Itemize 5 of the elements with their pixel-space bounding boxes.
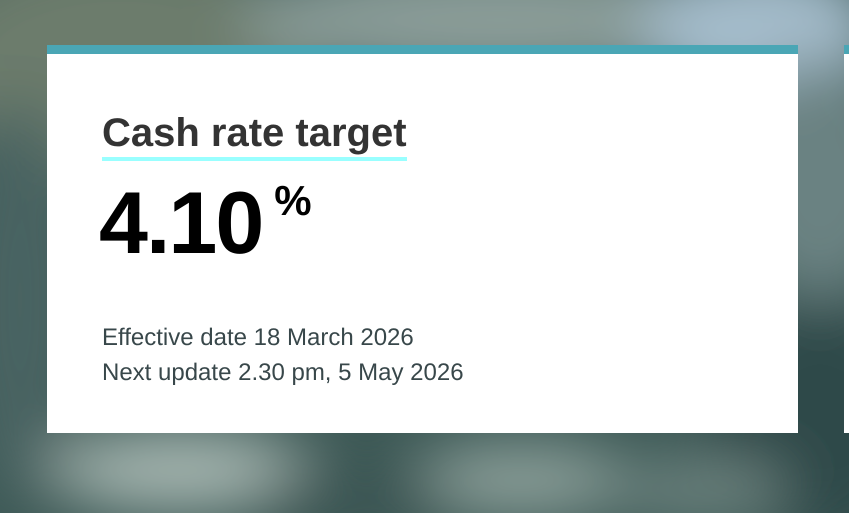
rate-value: 4.10	[99, 178, 262, 268]
detail-text: Next update 2.30 pm, 5 May 2026	[102, 358, 465, 388]
card-title: Cash rate target	[102, 110, 407, 161]
detail-text: Effective date 18 March 2026	[102, 323, 415, 353]
rate-unit: %	[274, 178, 312, 224]
